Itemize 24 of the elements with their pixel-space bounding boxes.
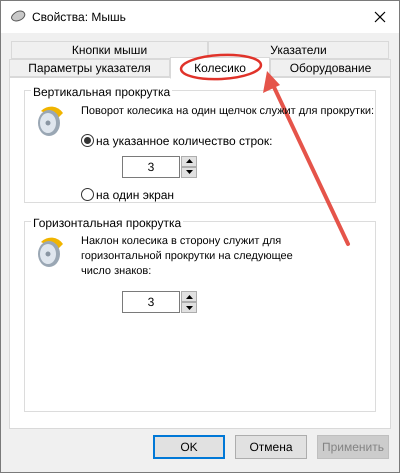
- number-field[interactable]: 3: [122, 156, 180, 178]
- tab[interactable]: Оборудование: [270, 59, 391, 77]
- mouse-icon: [10, 10, 26, 24]
- tab[interactable]: Параметры указателя: [9, 59, 170, 77]
- radio-button[interactable]: [81, 134, 94, 147]
- spin-down-button[interactable]: [181, 302, 197, 313]
- up-arrow-icon: [186, 159, 192, 163]
- window-title: Свойства: Мышь: [32, 9, 126, 26]
- spin-down-button[interactable]: [181, 166, 197, 178]
- up-arrow-icon: [186, 294, 192, 298]
- tab[interactable]: Указатели: [208, 41, 389, 59]
- number-field[interactable]: 3: [122, 291, 180, 313]
- description-text: Наклон колесика в сторону служит для горизонтальной прокрутки на следующее число знаков:: [81, 234, 294, 279]
- down-arrow-icon: [186, 306, 192, 310]
- spin-up-button[interactable]: [181, 291, 197, 302]
- down-arrow-icon: [186, 170, 192, 174]
- radio-button[interactable]: [81, 188, 94, 201]
- spin-up-button[interactable]: [181, 156, 197, 166]
- dialog-button[interactable]: OK: [153, 435, 225, 459]
- tab[interactable]: Кнопки мыши: [11, 41, 208, 59]
- dialog-button[interactable]: Отмена: [235, 435, 307, 459]
- close-icon: [374, 11, 386, 23]
- radio-label: на указанное количество строк:: [96, 132, 272, 150]
- radio-label: на один экран: [96, 186, 174, 204]
